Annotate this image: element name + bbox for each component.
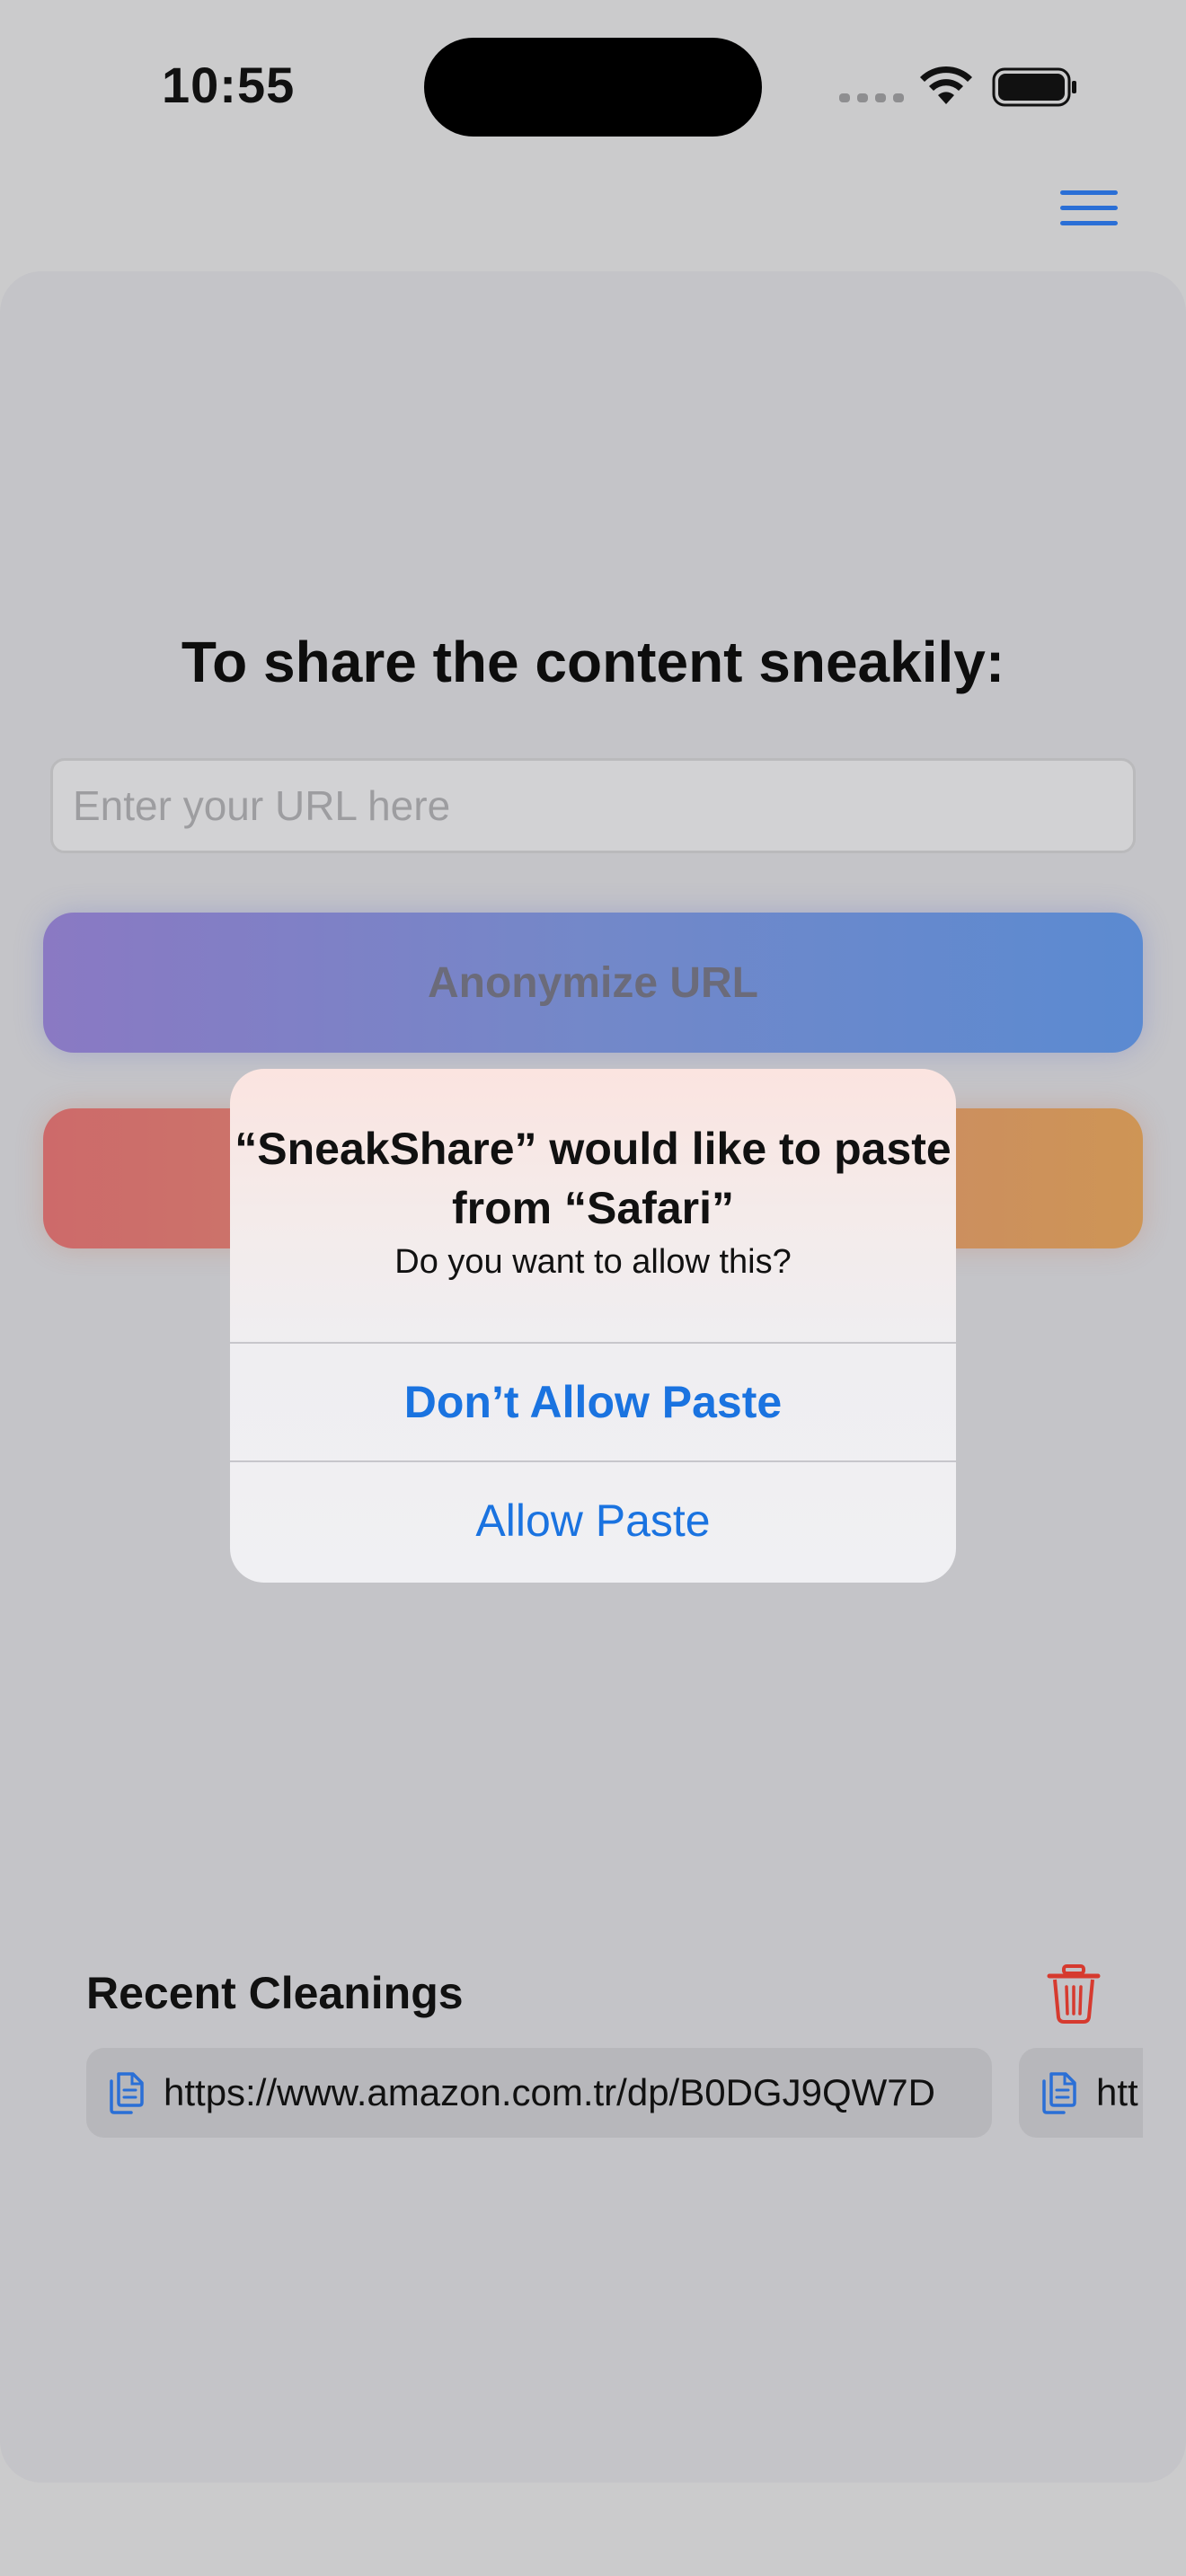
recent-cleanings-list: https://www.amazon.com.tr/dp/B0DGJ9QW7D …: [86, 2048, 1143, 2138]
copy-document-icon: [110, 2072, 144, 2114]
dynamic-island: [424, 38, 762, 137]
recent-item-url: htt: [1096, 2071, 1138, 2113]
recent-cleanings-title: Recent Cleanings: [86, 1968, 464, 2018]
recent-item-url: https://www.amazon.com.tr/dp/B0DGJ9QW7D: [164, 2071, 935, 2113]
trash-icon[interactable]: [1046, 1963, 1102, 2025]
alert-title: “SneakShare” would like to paste from “S…: [235, 1124, 951, 1233]
battery-icon: [992, 67, 1076, 107]
dont-allow-paste-button[interactable]: Don’t Allow Paste: [230, 1344, 956, 1460]
paste-permission-alert: “SneakShare” would like to paste from “S…: [230, 1069, 956, 1583]
wifi-icon: [920, 66, 972, 104]
allow-paste-button[interactable]: Allow Paste: [230, 1462, 956, 1579]
copy-document-icon: [1042, 2072, 1076, 2114]
recent-item[interactable]: https://www.amazon.com.tr/dp/B0DGJ9QW7D: [86, 2048, 992, 2138]
alert-message: Do you want to allow this?: [394, 1243, 792, 1281]
status-time: 10:55: [162, 57, 296, 113]
status-bar: 10:55: [0, 0, 1186, 171]
anonymize-url-button[interactable]: Anonymize URL: [43, 913, 1143, 1053]
recent-item[interactable]: htt: [1019, 2048, 1143, 2138]
page-title: To share the content sneakily:: [181, 630, 1005, 694]
menu-icon[interactable]: [1060, 190, 1132, 241]
url-input[interactable]: [50, 758, 1136, 853]
cellular-signal-icon: [839, 93, 904, 102]
